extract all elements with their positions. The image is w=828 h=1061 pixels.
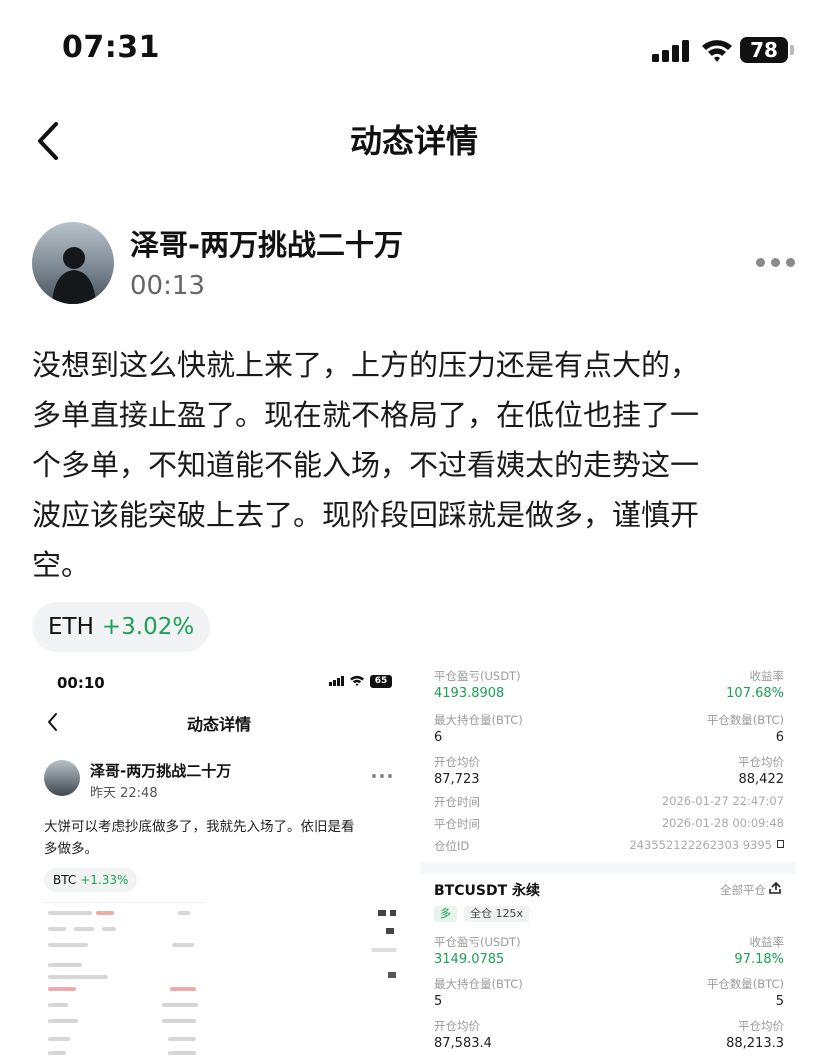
side-badge: 多 [434, 906, 457, 922]
embedded-content-line: 大饼可以考虑抄底做多了，我就先入场了。依旧是看 [44, 819, 355, 835]
trade-label: 平仓盈亏(USDT) [434, 669, 521, 683]
trade-value: 87,583.4 [434, 1036, 492, 1051]
trade-value: 87,723 [434, 772, 480, 787]
trade-label: 平仓时间 [434, 817, 480, 831]
trade-label: 收益率 [749, 935, 785, 949]
trade-value: 2026-01-28 00:09:48 [661, 816, 784, 830]
trade-row: 开仓均价 87,583.4 平仓均价 88,213.3 [434, 1016, 784, 1052]
copy-icon [777, 840, 784, 848]
trade-value: 5 [775, 994, 784, 1009]
embedded-post-content: 大饼可以考虑抄底做多了，我就先入场了。依旧是看 多做多。 [44, 816, 394, 860]
trade-value: 97.18% [734, 952, 784, 967]
trade-value: 2026-01-27 22:47:07 [661, 794, 784, 808]
trade-time-row: 开仓时间 2026-01-27 22:47:07 [434, 794, 784, 814]
status-bar: 07:31 78 [0, 0, 828, 100]
post-time: 00:13 [130, 271, 205, 301]
embedded-post-time: 昨天 22:48 [90, 786, 158, 801]
trade-value: 3149.0785 [434, 952, 505, 967]
mode-badge: 全仓 125x [464, 906, 530, 922]
trade-row: 最大持仓量(BTC) 6 平仓数量(BTC) 6 [434, 710, 784, 746]
tag-change: +3.02% [101, 614, 195, 640]
embedded-wifi-icon [350, 675, 364, 687]
embedded-username: 泽哥-两万挑战二十万 [90, 762, 232, 780]
avatar[interactable] [32, 222, 114, 304]
trade-value: 88,213.3 [726, 1036, 784, 1051]
trade-row: 最大持仓量(BTC) 5 平仓数量(BTC) 5 [434, 974, 784, 1010]
trade-row: 平仓盈亏(USDT) 4193.8908 收益率 107.68% [434, 666, 784, 702]
trade-value: 5 [434, 994, 443, 1009]
content-line: 个多单，不知道能不能入场，不过看姨太的走势这一 [32, 448, 700, 482]
embedded-tag-symbol: BTC [53, 873, 77, 887]
trade-label: 收益率 [749, 669, 785, 683]
embedded-tag-change: +1.33% [80, 873, 129, 887]
trade-time-row: 仓位ID 243552122262303 9395 [434, 838, 784, 858]
trade-label: 平仓均价 [738, 1019, 784, 1033]
coin-tag[interactable]: ETH +3.02% [32, 602, 211, 652]
trade-label: 开仓时间 [434, 795, 480, 809]
trade-label: 平仓盈亏(USDT) [434, 935, 521, 949]
embedded-content-line: 多做多。 [44, 841, 98, 857]
trade-value: 243552122262303 9395 [629, 838, 772, 852]
page-title: 动态详情 [349, 122, 478, 160]
trade-pair: BTCUSDT 永续 [434, 883, 540, 899]
embedded-page-title: 动态详情 [186, 715, 251, 734]
attached-image-right[interactable]: 平仓盈亏(USDT) 4193.8908 收益率 107.68% 最大持仓量(B… [420, 660, 796, 1061]
trade-value: 88,422 [738, 772, 785, 787]
trade-row: 平仓盈亏(USDT) 3149.0785 收益率 97.18% [434, 932, 784, 968]
embedded-position-card [44, 902, 204, 1061]
trade-value: 107.68% [726, 686, 784, 701]
post-content: 没想到这么快就上来了，上方的压力还是有点大的， 多单直接止盈了。现在就不格局了，… [32, 340, 792, 590]
tag-symbol: ETH [48, 614, 94, 640]
battery-tip [790, 45, 794, 55]
close-all-button: 全部平仓 [720, 883, 766, 897]
embedded-coin-tag: BTC +1.33% [44, 868, 138, 892]
embedded-status-time: 00:10 [57, 674, 105, 692]
trade-label: 最大持仓量(BTC) [434, 713, 523, 727]
trade-value: 4193.8908 [434, 686, 505, 701]
trade-label: 开仓均价 [434, 1019, 480, 1033]
content-line: 空。 [32, 548, 91, 582]
more-icon[interactable] [756, 256, 796, 270]
section-divider [420, 862, 796, 874]
trade-value: 6 [775, 730, 784, 745]
trade-row: 开仓均价 87,723 平仓均价 88,422 [434, 752, 784, 788]
trade-label: 平仓数量(BTC) [706, 713, 784, 727]
content-line: 多单直接止盈了。现在就不格局了，在低位也挂了一 [32, 398, 700, 432]
embedded-avatar [44, 760, 80, 796]
trade-label: 仓位ID [434, 839, 470, 853]
username[interactable]: 泽哥-两万挑战二十万 [130, 222, 403, 264]
status-time: 07:31 [62, 30, 160, 65]
trade-label: 最大持仓量(BTC) [434, 977, 523, 991]
attached-image-left[interactable]: 00:10 65 动态详情 泽哥-两万挑战二十万 昨天 22:48 大饼可以考虑… [32, 660, 406, 1061]
share-icon [769, 881, 781, 894]
embedded-signal-icon [329, 676, 344, 686]
trade-time-row: 平仓时间 2026-01-28 00:09:48 [434, 816, 784, 836]
embedded-battery-icon: 65 [370, 675, 392, 688]
signal-icon [652, 40, 690, 62]
battery-icon: 78 [740, 37, 788, 63]
embedded-more-icon [372, 774, 394, 780]
embedded-blur-column [372, 910, 396, 978]
trade-label: 平仓数量(BTC) [706, 977, 784, 991]
content-line: 没想到这么快就上来了，上方的压力还是有点大的， [32, 348, 700, 382]
trade-value: 6 [434, 730, 443, 745]
content-line: 波应该能突破上去了。现阶段回踩就是做多，谨慎开 [32, 498, 700, 532]
trade-label: 平仓均价 [738, 755, 784, 769]
trade-label: 开仓均价 [434, 755, 480, 769]
wifi-icon [702, 40, 732, 62]
